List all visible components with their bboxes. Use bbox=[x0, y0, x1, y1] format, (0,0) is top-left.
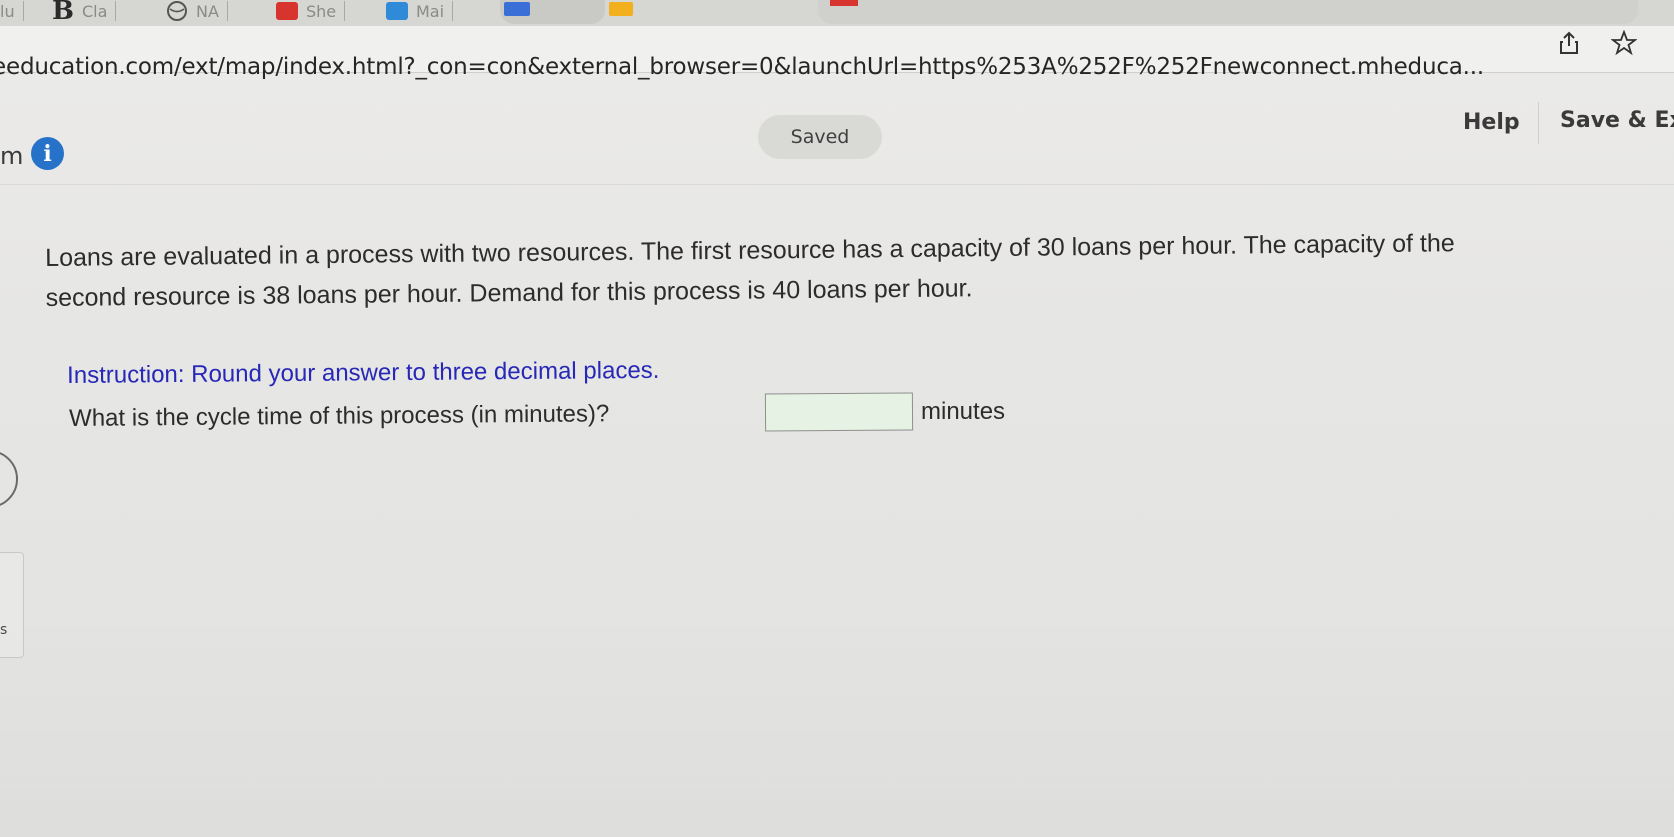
red-tab-icon bbox=[830, 0, 858, 6]
help-button[interactable]: Help bbox=[1463, 110, 1520, 135]
browser-tab[interactable]: She bbox=[276, 0, 376, 22]
question-text: Loans are evaluated in a process with tw… bbox=[45, 221, 1626, 318]
drive-icon bbox=[609, 2, 633, 16]
tab-label: Cla bbox=[81, 1, 108, 21]
screen-shade bbox=[0, 600, 1674, 837]
tab-separator bbox=[22, 1, 24, 21]
share-icon[interactable] bbox=[1556, 30, 1582, 56]
tab-label: Mai bbox=[416, 1, 445, 21]
saved-status-badge: Saved bbox=[758, 115, 882, 159]
browser-tab-group[interactable] bbox=[500, 0, 633, 24]
answer-input[interactable] bbox=[764, 392, 914, 432]
tab-separator bbox=[115, 1, 117, 21]
tab-separator bbox=[226, 1, 228, 21]
tab-separator bbox=[452, 1, 454, 21]
left-nav-circle-button[interactable] bbox=[0, 450, 18, 508]
bartleby-b-icon: B bbox=[52, 0, 74, 22]
header-divider bbox=[1538, 102, 1539, 144]
unit-label: minutes bbox=[921, 398, 1006, 425]
browser-tab[interactable]: Mai bbox=[386, 0, 486, 22]
red-play-icon bbox=[276, 2, 298, 20]
tab-label: NA bbox=[196, 1, 219, 21]
address-bar[interactable]: education.com/ext/map/index.html?_con=co… bbox=[0, 26, 1674, 80]
browser-tab-strip: lu B Cla NA She Mai bbox=[0, 0, 1674, 26]
page: lu B Cla NA She Mai education.com/ext/ma… bbox=[0, 0, 1674, 837]
tab-separator bbox=[344, 1, 346, 21]
info-icon[interactable]: i bbox=[31, 137, 64, 170]
browser-tab[interactable]: lu bbox=[0, 0, 40, 22]
header-left-text: m bbox=[0, 142, 24, 170]
mail-icon bbox=[386, 2, 408, 20]
instruction-text: Instruction: Round your answer to three … bbox=[67, 356, 660, 389]
browser-tab[interactable]: NA bbox=[166, 0, 262, 22]
bookmark-star-icon[interactable] bbox=[1611, 30, 1637, 56]
url-text[interactable]: education.com/ext/map/index.html?_con=co… bbox=[6, 54, 1484, 80]
question-prompt: What is the cycle time of this process (… bbox=[69, 400, 610, 432]
globe-icon bbox=[167, 1, 187, 21]
browser-tab-active-area[interactable] bbox=[818, 0, 1638, 24]
browser-tab[interactable]: B Cla bbox=[52, 0, 148, 22]
tab-label: lu bbox=[0, 1, 15, 21]
tab-label: She bbox=[306, 1, 337, 21]
url-prefix-char: e bbox=[0, 54, 6, 80]
docs-icon bbox=[504, 2, 530, 16]
save-exit-button[interactable]: Save & Ex bbox=[1560, 108, 1674, 133]
